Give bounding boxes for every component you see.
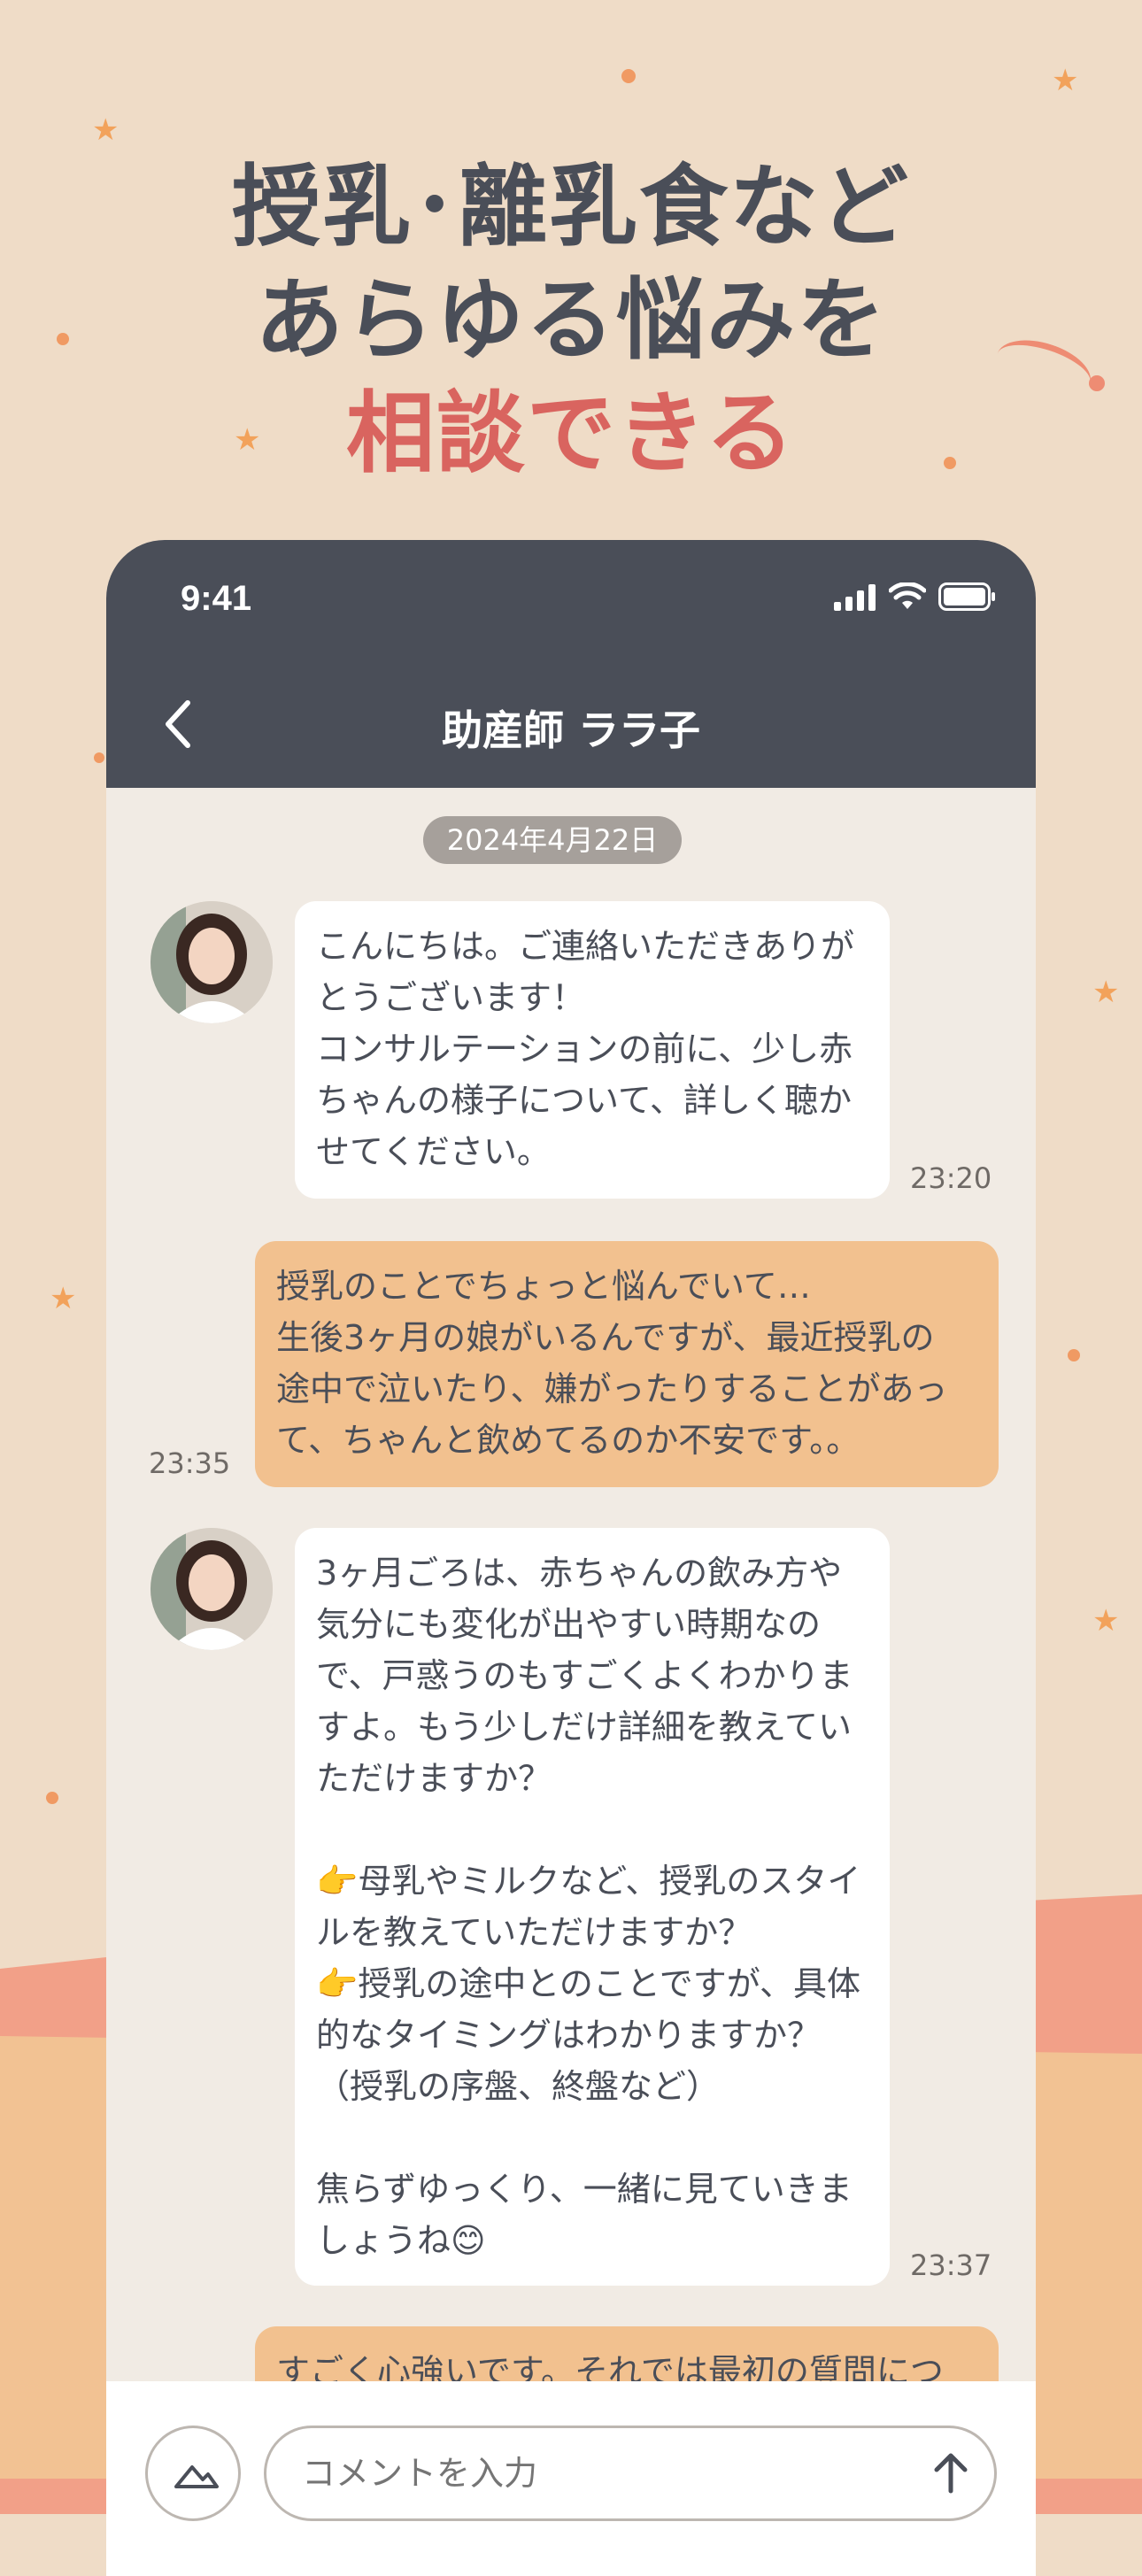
message-time: 23:35 (149, 1446, 231, 1480)
send-button[interactable] (928, 2450, 974, 2496)
battery-icon (938, 582, 995, 611)
headline-line-3: 相談できる (346, 382, 796, 485)
chat-header: 助産師 ララ子 (106, 673, 1036, 788)
star-decoration-icon: ★ (1092, 1603, 1120, 1639)
chevron-left-icon (166, 700, 190, 748)
date-separator: 2024年4月22日 (423, 816, 682, 864)
avatar[interactable] (150, 1528, 273, 1650)
dot-decoration (621, 69, 636, 83)
message-time: 23:20 (910, 1161, 992, 1195)
dot-decoration (1068, 1349, 1080, 1361)
avatar[interactable] (150, 901, 273, 1023)
dot-decoration (94, 752, 104, 763)
star-decoration-icon: ★ (92, 112, 120, 148)
message-bubble-incoming[interactable]: こんにちは。ご連絡いただきありが とうございます！ コンサルテーションの前に、少… (295, 901, 890, 1199)
dot-decoration (46, 1792, 58, 1804)
arrow-up-icon (934, 2453, 968, 2494)
star-decoration-icon: ★ (1052, 63, 1079, 98)
mountain-image-icon (174, 2465, 219, 2488)
star-decoration-icon: ★ (50, 1281, 77, 1316)
headline-line-1: 授乳･離乳食など (232, 155, 910, 258)
message-bubble-outgoing[interactable]: 授乳のことでちょっと悩んでいて… 生後3ヶ月の娘がいるんですが、最近授乳の 途中… (255, 1241, 999, 1487)
chat-title: 助産師 ララ子 (441, 706, 700, 754)
headline-line-2: あらゆる悩みを (255, 268, 887, 372)
phone-mockup: 9:41 助産師 ララ子 2024年4月22日 こんにちは。ご連絡いただきありが… (106, 540, 1036, 2576)
star-decoration-icon: ★ (1092, 975, 1120, 1010)
message-bubble-incoming[interactable]: 3ヶ月ごろは、赤ちゃんの飲み方や 気分にも変化が出やすい時期なの で、戸惑うのも… (295, 1528, 890, 2286)
photo-button[interactable] (145, 2426, 241, 2521)
message-time: 23:37 (910, 2248, 992, 2282)
promo-headline: 授乳･離乳食など あらゆる悩みを 相談できる (0, 150, 1142, 490)
message-composer (106, 2381, 1036, 2576)
status-bar: 9:41 (106, 540, 1036, 673)
status-icons (834, 582, 997, 611)
status-time: 9:41 (181, 579, 252, 618)
comment-input[interactable] (264, 2426, 997, 2521)
wifi-icon (889, 582, 926, 609)
back-button[interactable] (150, 698, 204, 760)
signal-icon (834, 584, 876, 611)
